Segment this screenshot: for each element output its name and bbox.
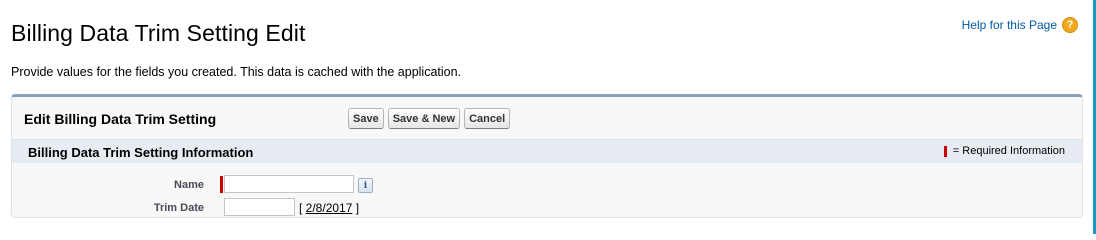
cancel-button[interactable]: Cancel — [464, 108, 511, 129]
section-title: Billing Data Trim Setting Information — [28, 145, 254, 160]
date-bracket-close: ] — [352, 201, 360, 215]
page-title: Billing Data Trim Setting Edit — [11, 20, 306, 46]
section-header: Billing Data Trim Setting Information = … — [12, 139, 1082, 163]
page-description: Provide values for the fields you create… — [11, 65, 462, 79]
form-row-trim-date: Trim Date [ 2/8/2017 ] — [12, 198, 1082, 220]
name-label: Name — [174, 179, 204, 191]
info-icon[interactable]: i — [358, 178, 373, 193]
required-marker — [220, 176, 223, 193]
edit-panel: Edit Billing Data Trim Setting Save Save… — [11, 94, 1083, 218]
save-button[interactable]: Save — [348, 108, 384, 129]
form-row-name: Name i — [12, 175, 1082, 197]
required-legend-text: = Required Information — [952, 145, 1065, 157]
required-marker-icon — [943, 145, 947, 157]
name-input[interactable] — [224, 175, 354, 193]
save-and-new-button[interactable]: Save & New — [387, 108, 461, 129]
date-bracket-open: [ — [299, 201, 306, 215]
question-circle-icon[interactable]: ? — [1062, 17, 1078, 33]
today-date-link[interactable]: 2/8/2017 — [306, 201, 353, 215]
help-area: Help for this Page ? — [962, 17, 1078, 33]
button-group: Save Save & New Cancel — [348, 108, 511, 129]
trim-date-label: Trim Date — [153, 202, 204, 214]
panel-title: Edit Billing Data Trim Setting — [24, 111, 217, 127]
panel-header: Edit Billing Data Trim Setting Save Save… — [12, 97, 1082, 139]
required-legend: = Required Information — [943, 145, 1065, 157]
trim-date-input[interactable] — [224, 198, 295, 216]
help-link[interactable]: Help for this Page — [962, 18, 1057, 32]
date-shortcut: [ 2/8/2017 ] — [299, 201, 359, 215]
